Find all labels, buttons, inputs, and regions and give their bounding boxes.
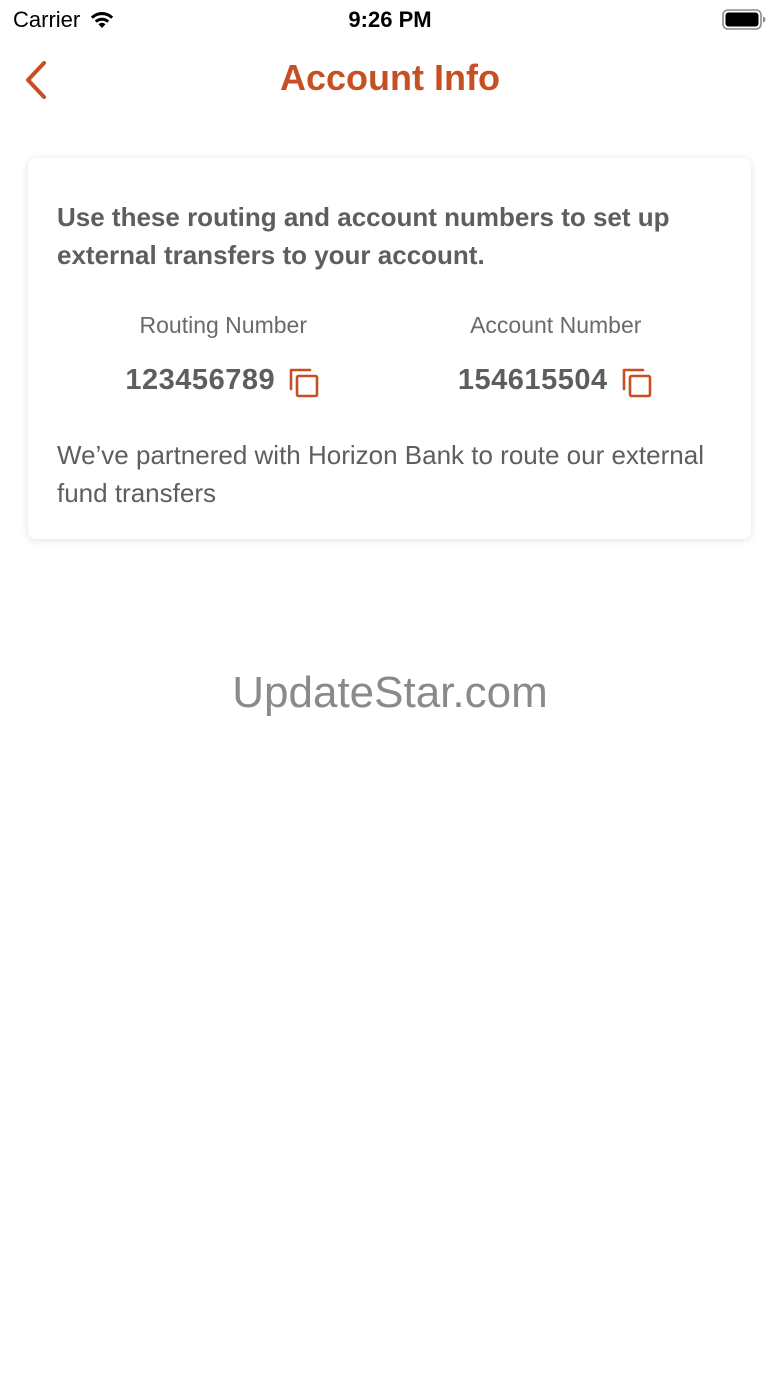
routing-number-label: Routing Number: [139, 312, 307, 338]
account-number-value: 154615504: [457, 363, 608, 396]
copy-account-number-icon[interactable]: [620, 366, 654, 400]
routing-number-value: 123456789: [125, 363, 276, 396]
account-number-label: Account Number: [470, 312, 642, 338]
intro-text: Use these routing and account numbers to…: [57, 202, 670, 270]
page-title: Account Info: [280, 57, 500, 98]
account-number-block: Account Number 154615504: [390, 312, 723, 400]
battery-icon: [722, 9, 766, 30]
copy-routing-number-icon[interactable]: [287, 366, 321, 400]
numbers-row: Routing Number 123456789 Account Number …: [57, 312, 722, 400]
account-info-card: Use these routing and account numbers to…: [28, 158, 751, 539]
partner-note: We’ve partnered with Horizon Bank to rou…: [57, 440, 704, 508]
watermark-text: UpdateStar.com: [232, 668, 548, 717]
status-time: 9:26 PM: [348, 7, 432, 32]
account-number-row: 154615504: [458, 360, 654, 400]
routing-number-row: 123456789: [125, 360, 321, 400]
navigation-bar: Account Info: [0, 40, 780, 120]
status-bar: Carrier 9:26 PM: [0, 0, 780, 40]
routing-number-block: Routing Number 123456789: [57, 312, 390, 400]
